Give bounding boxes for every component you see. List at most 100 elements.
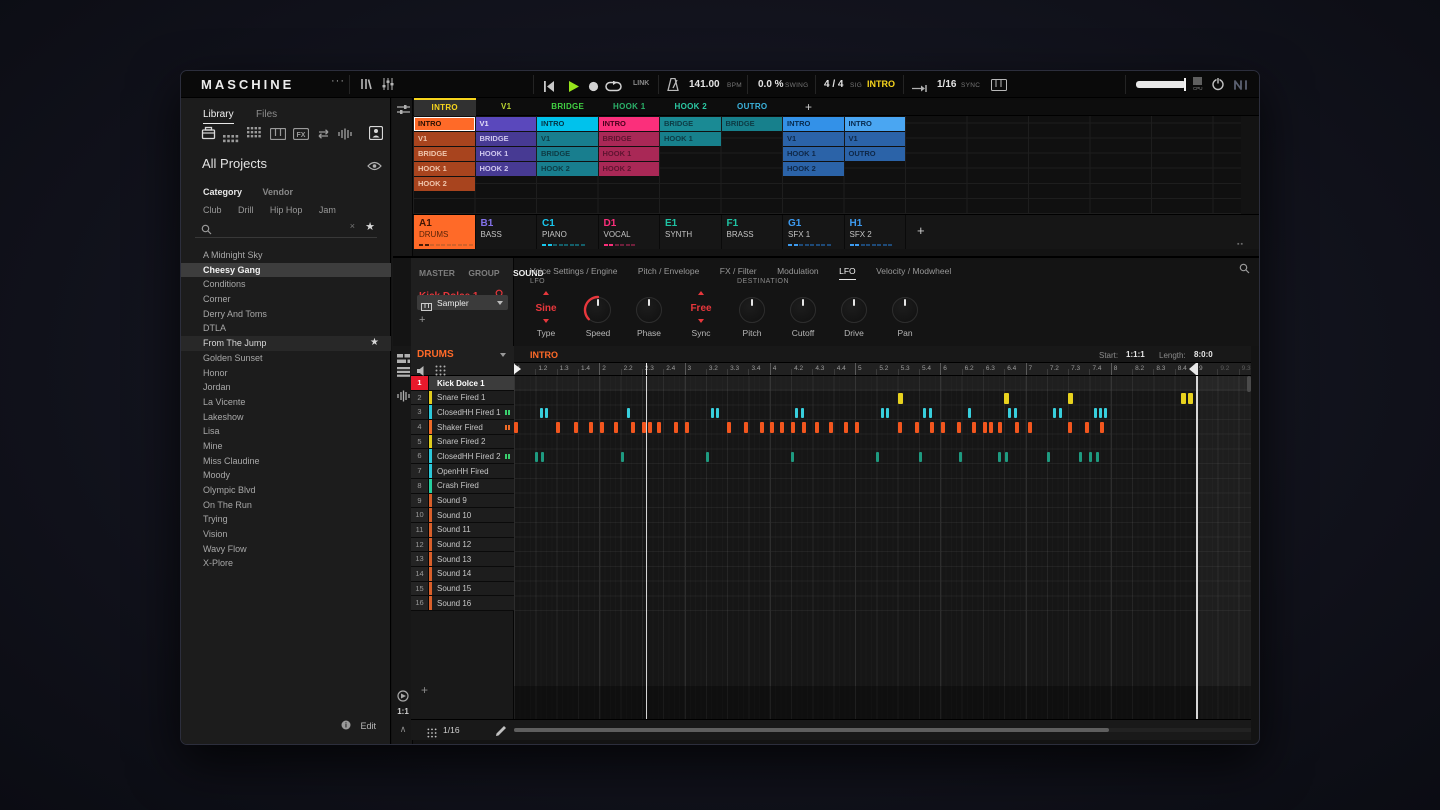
add-plugin-button[interactable]: +	[419, 314, 425, 326]
collapse-editor-chevron[interactable]: ∧	[393, 724, 413, 735]
group-vocal[interactable]: D1VOCAL	[599, 215, 661, 249]
length-value[interactable]: 8:0:0	[1194, 350, 1213, 359]
sound-row-sound-14[interactable]: 14Sound 14	[411, 567, 514, 582]
pattern-cell-hook-2[interactable]: HOOK 2	[476, 162, 537, 176]
note-closedhh-fired-2[interactable]	[1079, 452, 1082, 462]
sound-row-sound-13[interactable]: 13Sound 13	[411, 552, 514, 567]
note-closedhh-fired-1[interactable]	[627, 408, 630, 418]
note-shaker-fired[interactable]	[915, 422, 919, 433]
section-tab-outro[interactable]: OUTRO	[722, 98, 784, 116]
pattern-cell-hook-2[interactable]: HOOK 2	[537, 162, 598, 176]
selector-sync-up-arrow[interactable]	[698, 291, 704, 295]
note-closedhh-fired-1[interactable]	[1094, 408, 1097, 418]
note-closedhh-fired-2[interactable]	[1005, 452, 1008, 462]
pattern-list-icon[interactable]	[393, 364, 413, 382]
metronome-icon[interactable]	[667, 78, 679, 96]
editor-group-selector[interactable]: DRUMS	[417, 349, 454, 360]
note-closedhh-fired-2[interactable]	[621, 452, 624, 462]
note-closedhh-fired-1[interactable]	[1014, 408, 1017, 418]
note-shaker-fired[interactable]	[1028, 422, 1032, 433]
project-list-item[interactable]: Moody	[181, 468, 391, 483]
pattern-cell-intro[interactable]: INTRO	[845, 117, 906, 131]
note-shaker-fired[interactable]	[957, 422, 961, 433]
note-shaker-fired[interactable]	[780, 422, 784, 433]
note-shaker-fired[interactable]	[802, 422, 806, 433]
note-shaker-fired[interactable]	[589, 422, 593, 433]
note-shaker-fired[interactable]	[998, 422, 1002, 433]
sound-row-snare-fired-2[interactable]: 5Snare Fired 2	[411, 435, 514, 450]
project-list-item[interactable]: Conditions	[181, 277, 391, 292]
timeline-ruler[interactable]: 11.21.31.422.22.32.433.23.33.444.24.34.4…	[514, 363, 1251, 376]
playhead-start-marker[interactable]	[514, 363, 521, 375]
groups-filter-icon[interactable]	[223, 130, 239, 148]
note-shaker-fired[interactable]	[972, 422, 976, 433]
pattern-cell-hook-2[interactable]: HOOK 2	[783, 162, 844, 176]
note-shaker-fired[interactable]	[727, 422, 731, 433]
h-scrollbar-thumb[interactable]	[514, 728, 1109, 732]
project-list-item[interactable]: X-Plore	[181, 556, 391, 571]
group-sfx-2[interactable]: H1SFX 2	[845, 215, 907, 249]
plugin-slot-dropdown[interactable]: Sampler	[417, 295, 508, 310]
pattern-cell-v1[interactable]: V1	[537, 132, 598, 146]
pattern-cell-v1[interactable]: V1	[414, 132, 475, 146]
project-list-item[interactable]: DTLA	[181, 321, 391, 336]
tab-files[interactable]: Files	[256, 109, 277, 123]
section-tab-bridge[interactable]: BRIDGE	[537, 98, 599, 116]
note-closedhh-fired-2[interactable]	[1096, 452, 1099, 462]
time-signature-value[interactable]: 4 / 4	[824, 79, 843, 90]
note-closedhh-fired-2[interactable]	[1089, 452, 1092, 462]
pattern-end-flag[interactable]	[1189, 363, 1196, 375]
note-shaker-fired[interactable]	[514, 422, 518, 433]
pattern-cell-v1[interactable]: V1	[845, 132, 906, 146]
note-shaker-fired[interactable]	[1085, 422, 1089, 433]
project-list-item[interactable]: Golden Sunset	[181, 351, 391, 366]
sound-row-sound-15[interactable]: 15Sound 15	[411, 582, 514, 597]
section-tab-v1[interactable]: V1	[476, 98, 538, 116]
sound-row-sound-16[interactable]: 16Sound 16	[411, 596, 514, 611]
note-snare-fired-1[interactable]	[898, 393, 903, 404]
note-snare-fired-1[interactable]	[1181, 393, 1186, 404]
group-brass[interactable]: F1BRASS	[722, 215, 784, 249]
pattern-cell-v1[interactable]: V1	[783, 132, 844, 146]
pattern-cell-hook-1[interactable]: HOOK 1	[476, 147, 537, 161]
note-closedhh-fired-2[interactable]	[998, 452, 1001, 462]
grid-ratio-display[interactable]: 1:1	[393, 707, 413, 716]
section-tab-hook-2[interactable]: HOOK 2	[660, 98, 722, 116]
instruments-filter-icon[interactable]	[270, 127, 286, 145]
mixer-panel-icon[interactable]	[381, 77, 395, 96]
note-closedhh-fired-1[interactable]	[540, 408, 543, 418]
project-list-item[interactable]: Trying	[181, 512, 391, 527]
user-content-icon[interactable]	[369, 126, 383, 145]
menu-dots-button[interactable]: ···	[331, 75, 345, 87]
add-group-button[interactable]: +	[917, 223, 925, 238]
project-list-item[interactable]: Olympic Blvd	[181, 483, 391, 498]
note-shaker-fired[interactable]	[648, 422, 652, 433]
note-shaker-fired[interactable]	[791, 422, 795, 433]
info-icon[interactable]: i	[341, 716, 351, 733]
note-closedhh-fired-1[interactable]	[923, 408, 926, 418]
section-tab-intro[interactable]: INTRO	[414, 98, 476, 116]
note-shaker-fired[interactable]	[898, 422, 902, 433]
pattern-cell-outro[interactable]: OUTRO	[845, 147, 906, 161]
selector-sync-value[interactable]: Free	[679, 303, 723, 314]
pattern-cell-bridge[interactable]: BRIDGE	[476, 132, 537, 146]
group-bass[interactable]: B1BASS	[476, 215, 538, 249]
favorites-filter-icon[interactable]: ★	[365, 220, 375, 233]
note-shaker-fired[interactable]	[930, 422, 934, 433]
search-bar[interactable]: × ★	[195, 218, 377, 238]
swing-value[interactable]: 0.0 %	[758, 79, 784, 90]
section-tab-hook-1[interactable]: HOOK 1	[599, 98, 661, 116]
tag-hip-hop[interactable]: Hip Hop	[270, 205, 303, 215]
pattern-cell-bridge[interactable]: BRIDGE	[414, 147, 475, 161]
note-shaker-fired[interactable]	[574, 422, 578, 433]
project-list-item[interactable]: From The Jump★	[181, 336, 391, 351]
note-closedhh-fired-2[interactable]	[919, 452, 922, 462]
note-closedhh-fired-1[interactable]	[1059, 408, 1062, 418]
sound-row-sound-12[interactable]: 12Sound 12	[411, 538, 514, 553]
fx-filter-icon[interactable]: FX	[293, 127, 309, 145]
sound-row-closedhh-fired-2[interactable]: 6ClosedHH Fired 2	[411, 449, 514, 464]
pattern-cell-hook-2[interactable]: HOOK 2	[599, 162, 660, 176]
filter-tab-vendor[interactable]: Vendor	[262, 187, 293, 197]
pattern-cell-bridge[interactable]: BRIDGE	[660, 117, 721, 131]
pattern-cell-hook-1[interactable]: HOOK 1	[414, 162, 475, 176]
